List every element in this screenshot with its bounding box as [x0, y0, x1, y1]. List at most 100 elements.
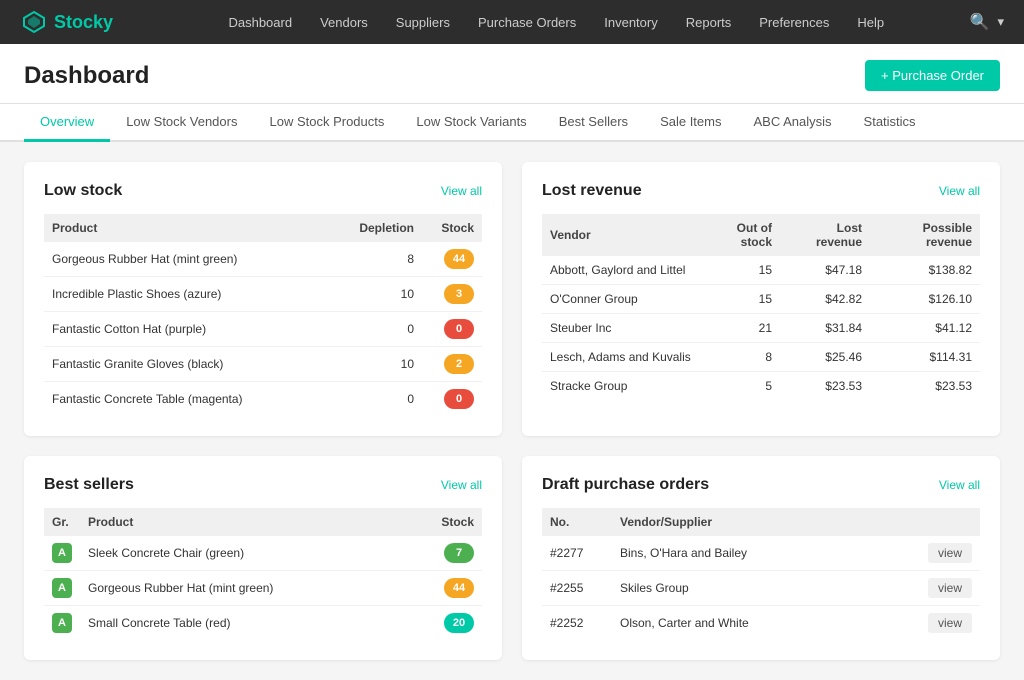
lost-revenue-value: $25.46: [780, 343, 870, 372]
col-vendor: Vendor: [542, 214, 700, 256]
table-row: #2277 Bins, O'Hara and Bailey view: [542, 536, 980, 571]
lost-revenue-view-all[interactable]: View all: [939, 184, 980, 198]
tab-best-sellers[interactable]: Best Sellers: [543, 104, 644, 142]
out-of-stock-value: 5: [700, 372, 780, 401]
table-row: Fantastic Cotton Hat (purple) 0 0: [44, 312, 482, 347]
lost-revenue-header: Lost revenue View all: [542, 182, 980, 200]
nav-suppliers[interactable]: Suppliers: [384, 7, 462, 38]
tab-abc-analysis[interactable]: ABC Analysis: [737, 104, 847, 142]
product-name: Incredible Plastic Shoes (azure): [44, 277, 342, 312]
product-name: Sleek Concrete Chair (green): [80, 536, 422, 571]
col-bs-product: Product: [80, 508, 422, 536]
top-nav: Stocky Dashboard Vendors Suppliers Purch…: [0, 0, 1024, 44]
nav-vendors[interactable]: Vendors: [308, 7, 380, 38]
best-sellers-title: Best sellers: [44, 476, 134, 494]
nav-dashboard[interactable]: Dashboard: [216, 7, 304, 38]
out-of-stock-value: 21: [700, 314, 780, 343]
page-title: Dashboard: [24, 62, 149, 90]
best-sellers-view-all[interactable]: View all: [441, 478, 482, 492]
order-number: #2277: [542, 536, 612, 571]
table-row: O'Conner Group 15 $42.82 $126.10: [542, 285, 980, 314]
main-content: Low stock View all Product Depletion Sto…: [0, 142, 1024, 680]
order-action: view: [920, 536, 980, 571]
nav-purchase-orders[interactable]: Purchase Orders: [466, 7, 588, 38]
vendor-supplier-name: Bins, O'Hara and Bailey: [612, 536, 920, 571]
draft-orders-view-all[interactable]: View all: [939, 478, 980, 492]
vendor-name: Stracke Group: [542, 372, 700, 401]
depletion-value: 0: [342, 382, 422, 417]
search-icon[interactable]: 🔍: [970, 12, 990, 32]
product-name: Gorgeous Rubber Hat (mint green): [44, 242, 342, 277]
lost-revenue-table-header: Vendor Out of stock Lost revenue Possibl…: [542, 214, 980, 256]
grade-badge: A: [44, 536, 80, 571]
view-order-button[interactable]: view: [928, 613, 972, 633]
col-no: No.: [542, 508, 612, 536]
tab-sale-items[interactable]: Sale Items: [644, 104, 737, 142]
best-sellers-table-header: Gr. Product Stock: [44, 508, 482, 536]
page-header: Dashboard + Purchase Order: [0, 44, 1024, 104]
lost-revenue-title: Lost revenue: [542, 182, 642, 200]
table-row: Fantastic Granite Gloves (black) 10 2: [44, 347, 482, 382]
more-icon[interactable]: ▾: [997, 14, 1004, 30]
table-row: Stracke Group 5 $23.53 $23.53: [542, 372, 980, 401]
nav-reports[interactable]: Reports: [674, 7, 744, 38]
table-row: A Sleek Concrete Chair (green) 7: [44, 536, 482, 571]
stock-badge: 0: [422, 312, 482, 347]
lost-revenue-value: $23.53: [780, 372, 870, 401]
low-stock-header: Low stock View all: [44, 182, 482, 200]
lost-revenue-table: Vendor Out of stock Lost revenue Possibl…: [542, 214, 980, 400]
low-stock-title: Low stock: [44, 182, 122, 200]
col-depletion: Depletion: [342, 214, 422, 242]
table-row: Incredible Plastic Shoes (azure) 10 3: [44, 277, 482, 312]
low-stock-view-all[interactable]: View all: [441, 184, 482, 198]
stock-badge: 2: [422, 347, 482, 382]
product-name: Fantastic Concrete Table (magenta): [44, 382, 342, 417]
tab-overview[interactable]: Overview: [24, 104, 110, 142]
lost-revenue-card: Lost revenue View all Vendor Out of stoc…: [522, 162, 1000, 436]
tab-low-stock-vendors[interactable]: Low Stock Vendors: [110, 104, 253, 142]
tab-low-stock-products[interactable]: Low Stock Products: [253, 104, 400, 142]
stock-badge: 44: [422, 242, 482, 277]
vendor-name: Steuber Inc: [542, 314, 700, 343]
possible-revenue-value: $41.12: [870, 314, 980, 343]
stock-badge: 7: [422, 536, 482, 571]
col-poss-rev: Possible revenue: [870, 214, 980, 256]
low-stock-card: Low stock View all Product Depletion Sto…: [24, 162, 502, 436]
possible-revenue-value: $23.53: [870, 372, 980, 401]
page-title-area: Dashboard: [24, 62, 149, 102]
vendor-name: Lesch, Adams and Kuvalis: [542, 343, 700, 372]
product-name: Fantastic Granite Gloves (black): [44, 347, 342, 382]
stock-badge: 20: [422, 606, 482, 641]
vendor-name: O'Conner Group: [542, 285, 700, 314]
view-order-button[interactable]: view: [928, 578, 972, 598]
nav-help[interactable]: Help: [845, 7, 896, 38]
col-lost-rev: Lost revenue: [780, 214, 870, 256]
table-row: A Small Concrete Table (red) 20: [44, 606, 482, 641]
low-stock-table-header: Product Depletion Stock: [44, 214, 482, 242]
vendor-supplier-name: Olson, Carter and White: [612, 606, 920, 641]
col-vendor-supplier: Vendor/Supplier: [612, 508, 920, 536]
tab-statistics[interactable]: Statistics: [848, 104, 932, 142]
nav-inventory[interactable]: Inventory: [592, 7, 669, 38]
table-row: Fantastic Concrete Table (magenta) 0 0: [44, 382, 482, 417]
col-stock: Stock: [422, 214, 482, 242]
depletion-value: 8: [342, 242, 422, 277]
vendor-name: Abbott, Gaylord and Littel: [542, 256, 700, 285]
draft-orders-header: Draft purchase orders View all: [542, 476, 980, 494]
logo: Stocky: [20, 8, 113, 36]
best-sellers-card: Best sellers View all Gr. Product Stock …: [24, 456, 502, 660]
best-sellers-table: Gr. Product Stock A Sleek Concrete Chair…: [44, 508, 482, 640]
best-sellers-header: Best sellers View all: [44, 476, 482, 494]
tab-low-stock-variants[interactable]: Low Stock Variants: [400, 104, 542, 142]
possible-revenue-value: $126.10: [870, 285, 980, 314]
col-out-stock: Out of stock: [700, 214, 780, 256]
nav-preferences[interactable]: Preferences: [747, 7, 841, 38]
product-name: Small Concrete Table (red): [80, 606, 422, 641]
table-row: Abbott, Gaylord and Littel 15 $47.18 $13…: [542, 256, 980, 285]
table-row: Lesch, Adams and Kuvalis 8 $25.46 $114.3…: [542, 343, 980, 372]
purchase-order-button[interactable]: + Purchase Order: [865, 60, 1000, 91]
draft-orders-table: No. Vendor/Supplier #2277 Bins, O'Hara a…: [542, 508, 980, 640]
col-bs-stock: Stock: [422, 508, 482, 536]
view-order-button[interactable]: view: [928, 543, 972, 563]
depletion-value: 10: [342, 277, 422, 312]
